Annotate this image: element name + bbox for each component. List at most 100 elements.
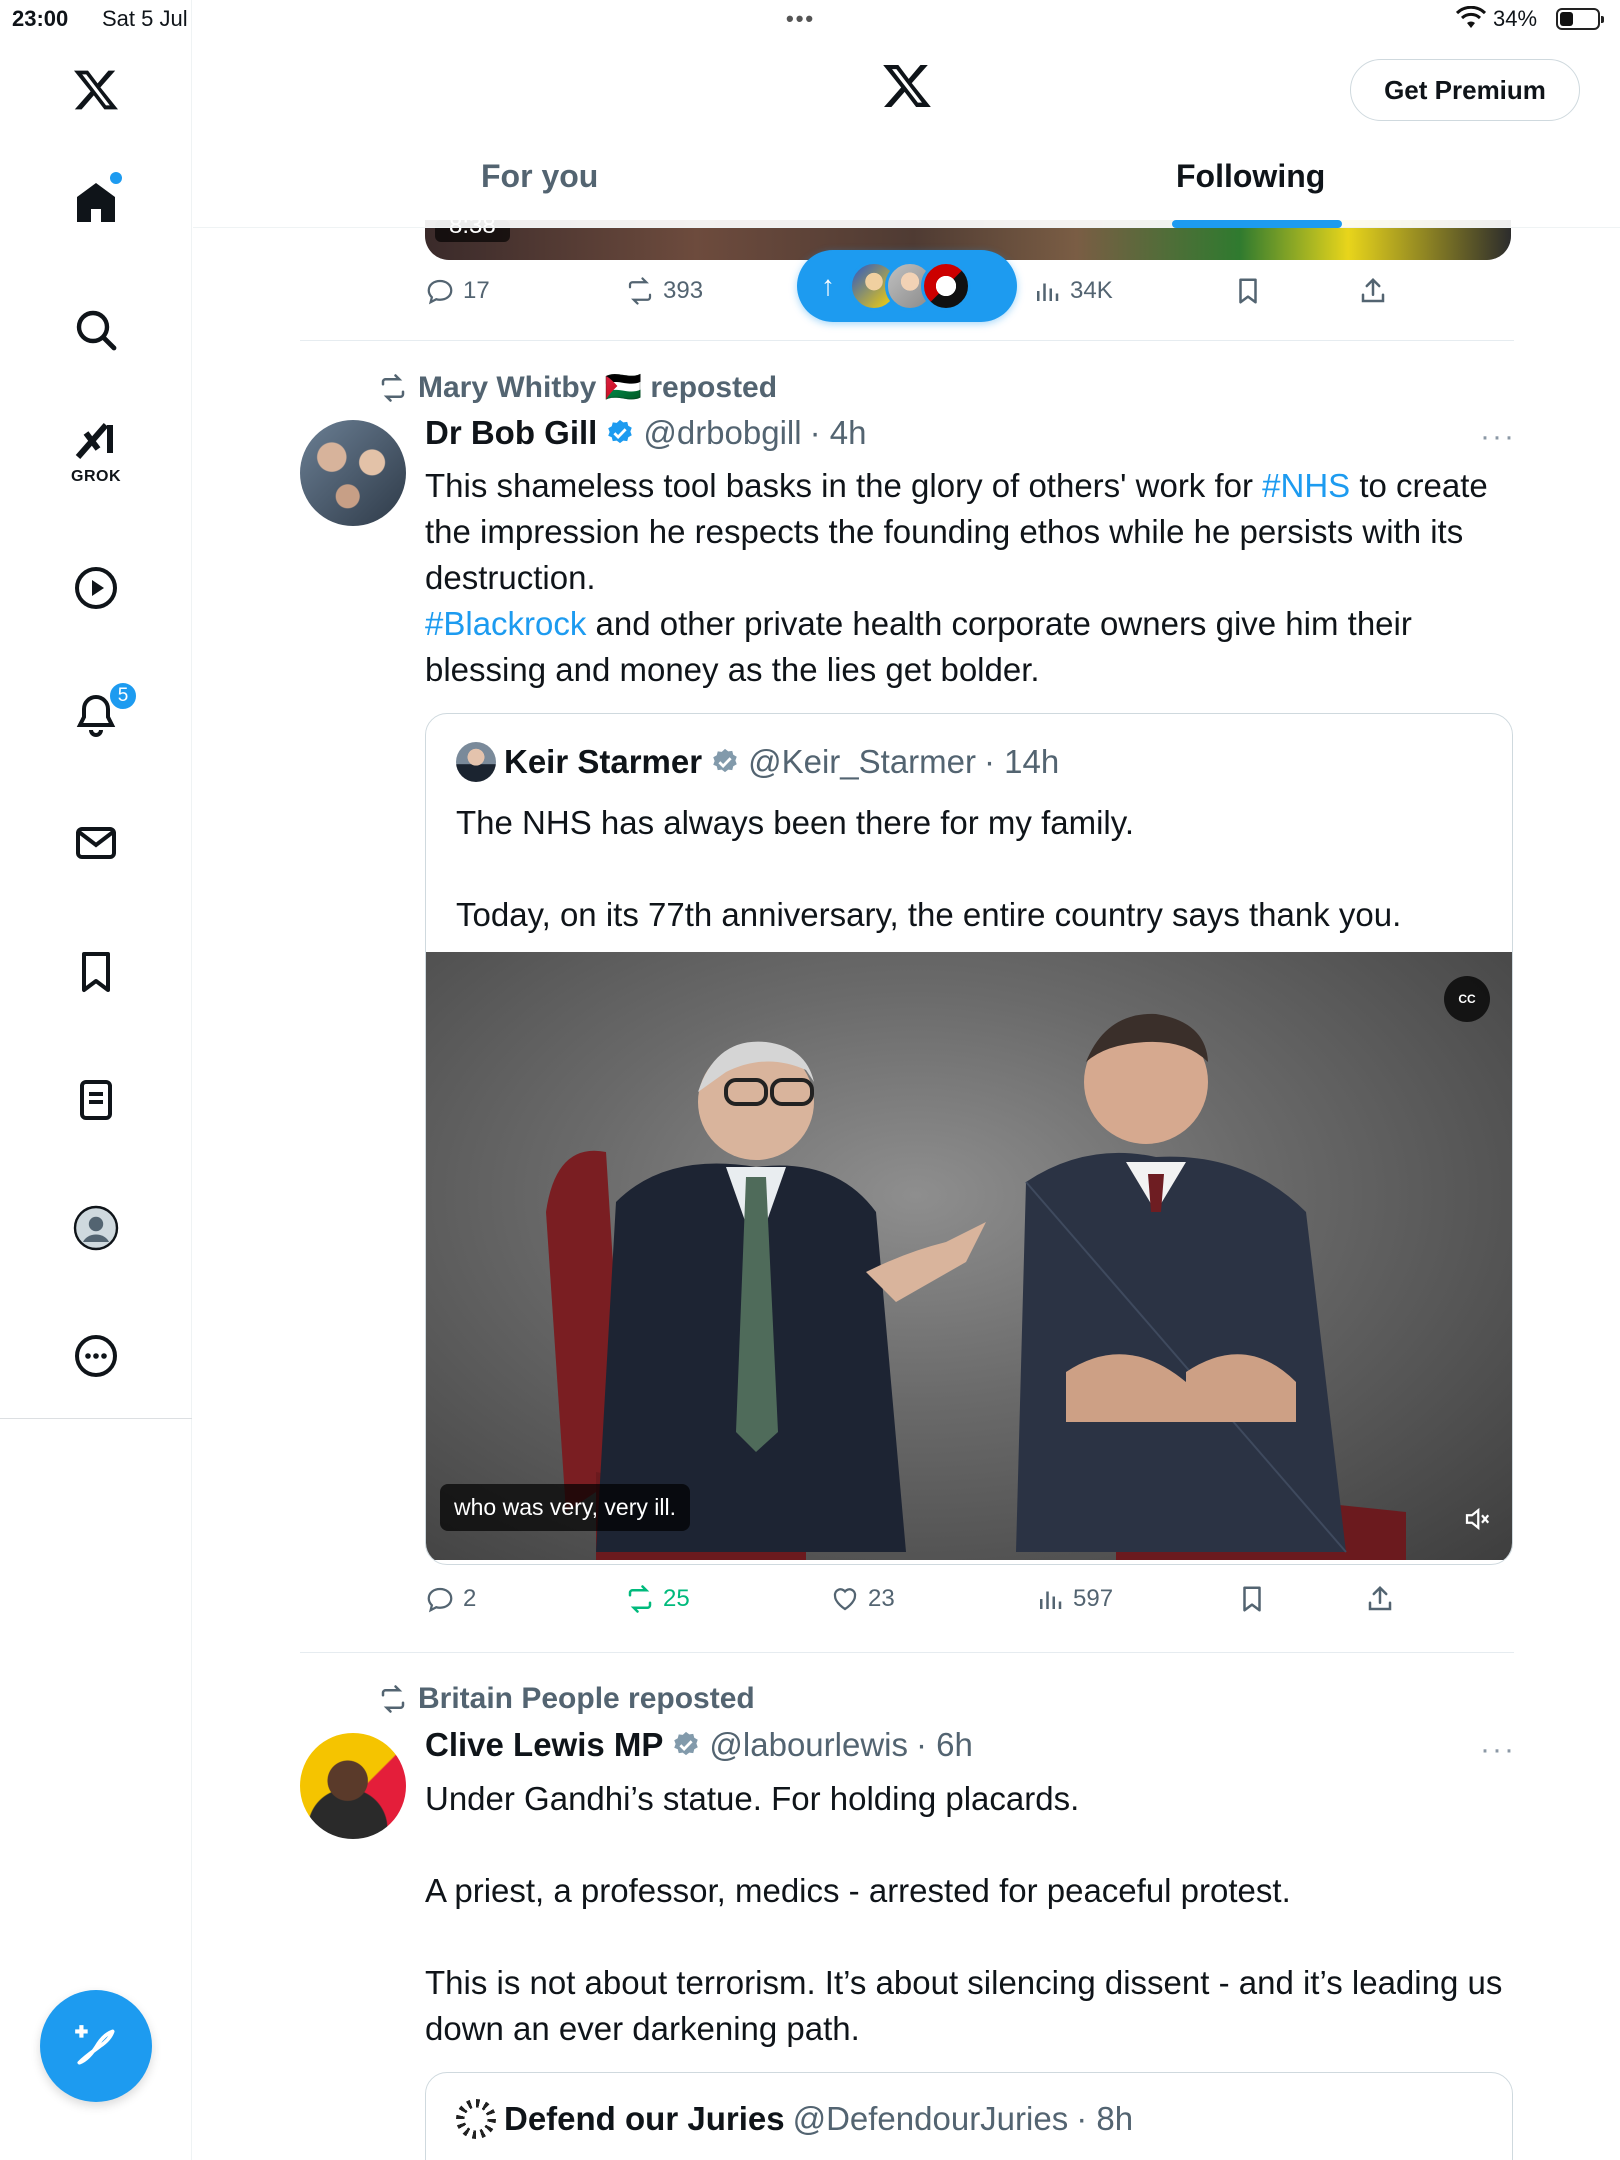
tab-following[interactable]: Following — [1176, 158, 1325, 195]
quoted-author-avatar[interactable] — [456, 742, 496, 782]
author-name[interactable]: Clive Lewis MP — [425, 1726, 663, 1764]
more-icon[interactable] — [56, 1316, 136, 1396]
x-logo-icon[interactable] — [881, 60, 933, 117]
reply-button[interactable]: 2 — [425, 1584, 476, 1614]
share-button[interactable] — [1358, 276, 1388, 306]
hashtag-link[interactable]: #Blackrock — [425, 605, 586, 642]
repost-by-label: Britain People reposted — [418, 1682, 755, 1715]
battery-icon — [1556, 8, 1604, 30]
reply-button[interactable]: 17 — [425, 276, 490, 306]
quoted-post[interactable]: Defend our Juries @DefendourJuries · 8h — [425, 2072, 1513, 2160]
post-more-icon[interactable]: ··· — [1480, 1733, 1516, 1767]
post-separator — [300, 340, 1514, 341]
x-logo-icon[interactable] — [56, 50, 136, 130]
notifications-badge: 5 — [108, 681, 138, 711]
video-icon[interactable] — [56, 548, 136, 628]
profile-icon[interactable] — [56, 1188, 136, 1268]
video-player[interactable]: CC who was very, very ill. — [426, 952, 1512, 1560]
hashtag-link[interactable]: #NHS — [1262, 467, 1350, 504]
verified-badge-icon — [674, 1731, 699, 1756]
repost-icon — [381, 373, 405, 402]
author-name[interactable]: Dr Bob Gill — [425, 414, 597, 452]
post-text: Under Gandhi’s statue. For holding placa… — [425, 1780, 1080, 1817]
repost-icon — [628, 277, 652, 305]
repost-button[interactable]: 393 — [625, 276, 703, 306]
repost-icon — [381, 1685, 405, 1713]
author-handle[interactable]: @labourlewis — [709, 1726, 908, 1764]
multitasking-dots[interactable]: ••• — [786, 6, 815, 32]
quoted-author-name[interactable]: Keir Starmer — [504, 743, 702, 781]
compose-button[interactable] — [40, 1990, 152, 2102]
post-body: Under Gandhi’s statue. For holding placa… — [425, 1776, 1515, 2052]
bookmark-icon — [1239, 278, 1257, 304]
active-tab-indicator — [1172, 220, 1342, 228]
views-count: 34K — [1070, 277, 1113, 304]
new-post-avatar — [921, 261, 971, 311]
arrow-up-icon: ↑ — [821, 270, 835, 301]
quoted-author-name[interactable]: Defend our Juries — [504, 2100, 785, 2138]
new-posts-pill[interactable]: ↑ — [797, 250, 1017, 322]
quoted-post-time: · 14h — [984, 743, 1060, 780]
get-premium-button[interactable]: Get Premium — [1350, 59, 1580, 121]
quoted-text-line: The NHS has always been there for my fam… — [456, 804, 1134, 841]
wifi-icon — [1455, 5, 1487, 36]
author-handle[interactable]: @drbobgill — [643, 414, 801, 452]
repost-count: 25 — [663, 1585, 690, 1612]
quoted-text-line: Today, on its 77th anniversary, the enti… — [456, 896, 1402, 933]
lists-icon[interactable] — [56, 1060, 136, 1140]
share-icon — [1361, 277, 1385, 303]
views-button[interactable]: 597 — [1035, 1584, 1113, 1614]
captions-button[interactable]: CC — [1444, 976, 1490, 1022]
views-count: 597 — [1073, 1585, 1114, 1612]
repost-icon — [628, 1585, 652, 1613]
like-count: 23 — [868, 1585, 895, 1612]
home-icon[interactable] — [56, 162, 136, 242]
like-button[interactable]: 23 — [830, 1584, 895, 1614]
tab-for-you[interactable]: For you — [481, 158, 598, 195]
heart-icon — [833, 1588, 857, 1611]
reply-count: 2 — [463, 1585, 477, 1612]
repost-button[interactable]: 25 — [625, 1584, 690, 1614]
repost-indicator: Britain People reposted — [378, 1682, 755, 1716]
author-line: Clive Lewis MP @labourlewis · 6h — [425, 1726, 973, 1764]
repost-by-label: Mary Whitby 🇵🇸 reposted — [418, 371, 778, 404]
bookmarks-icon[interactable] — [56, 932, 136, 1012]
status-time: 23:00 — [12, 6, 69, 31]
bookmark-button[interactable] — [1237, 1584, 1267, 1614]
home-unread-dot — [110, 172, 122, 184]
quoted-post[interactable]: Keir Starmer @Keir_Starmer · 14h The NHS… — [425, 713, 1513, 1565]
author-line: Dr Bob Gill @drbobgill · 4h — [425, 414, 866, 452]
bookmark-button[interactable] — [1233, 276, 1263, 306]
author-avatar[interactable] — [300, 420, 406, 526]
quoted-author-line: Defend our Juries @DefendourJuries · 8h — [456, 2099, 1133, 2139]
post-actions: 2 25 23 597 — [425, 1584, 1515, 1628]
status-bar: 23:00 Sat 5 Jul ••• 34% — [0, 0, 1620, 40]
post-text: This shameless tool basks in the glory o… — [425, 467, 1263, 504]
quoted-author-handle[interactable]: @Keir_Starmer — [748, 743, 976, 781]
quoted-author-avatar[interactable] — [456, 2099, 496, 2139]
grok-label: GROK — [71, 468, 121, 485]
reply-count: 17 — [463, 277, 490, 304]
reply-icon — [427, 1587, 453, 1613]
repost-count: 393 — [663, 277, 704, 304]
messages-icon[interactable] — [56, 803, 136, 883]
quoted-post-time: · 8h — [1076, 2100, 1134, 2137]
video-frame — [546, 1013, 1406, 1560]
verified-badge-icon — [713, 748, 737, 773]
bookmark-icon — [1243, 1586, 1261, 1612]
quoted-author-handle[interactable]: @DefendourJuries — [793, 2100, 1069, 2138]
left-nav-rail: GROK 5 — [0, 0, 192, 2160]
search-icon[interactable] — [56, 290, 136, 370]
battery-percent: 34% — [1493, 6, 1538, 31]
views-button[interactable]: 34K — [1032, 276, 1113, 306]
share-button[interactable] — [1365, 1584, 1395, 1614]
post-time: · 6h — [916, 1726, 973, 1763]
views-icon — [1040, 1591, 1062, 1609]
notifications-icon[interactable]: 5 — [56, 675, 138, 755]
grok-icon[interactable]: GROK — [56, 410, 136, 490]
post-more-icon[interactable]: ··· — [1480, 420, 1516, 454]
author-avatar[interactable] — [300, 1733, 406, 1839]
mute-icon[interactable] — [1462, 1504, 1492, 1539]
rail-divider — [0, 1418, 192, 1419]
video-caption: who was very, very ill. — [440, 1484, 690, 1531]
